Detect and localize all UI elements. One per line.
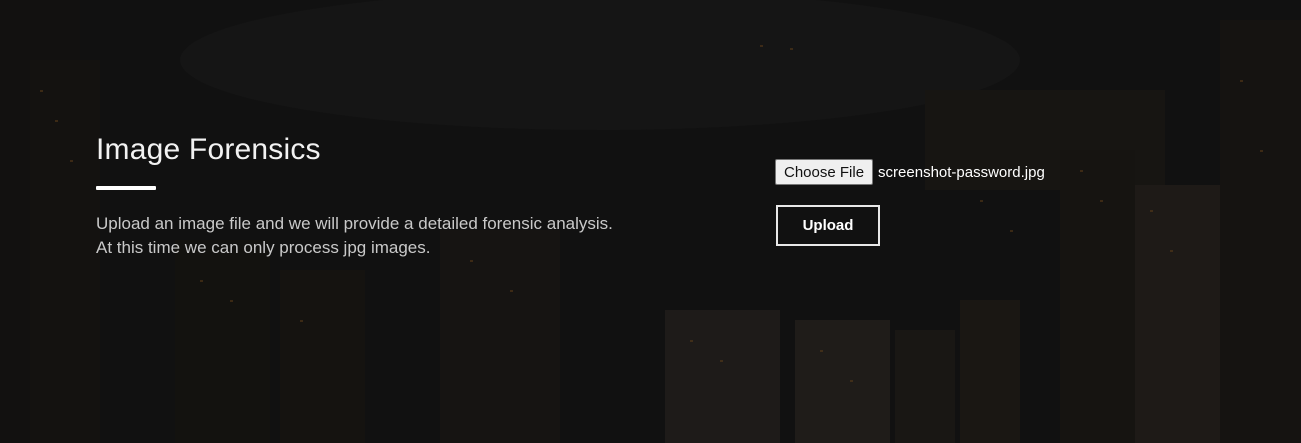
description-line-1: Upload an image file and we will provide… (96, 214, 613, 233)
upload-form: Choose File screenshot-password.jpg Uplo… (775, 159, 1045, 246)
hero-text-block: Image Forensics Upload an image file and… (96, 130, 656, 260)
title-underline (96, 186, 156, 190)
hero-description: Upload an image file and we will provide… (96, 212, 656, 260)
upload-button[interactable]: Upload (776, 205, 880, 246)
file-input[interactable]: Choose File screenshot-password.jpg (775, 159, 1045, 185)
page-title: Image Forensics (96, 133, 321, 166)
selected-file-name: screenshot-password.jpg (878, 163, 1045, 181)
description-line-2: At this time we can only process jpg ima… (96, 238, 431, 257)
choose-file-button[interactable]: Choose File (775, 159, 874, 185)
